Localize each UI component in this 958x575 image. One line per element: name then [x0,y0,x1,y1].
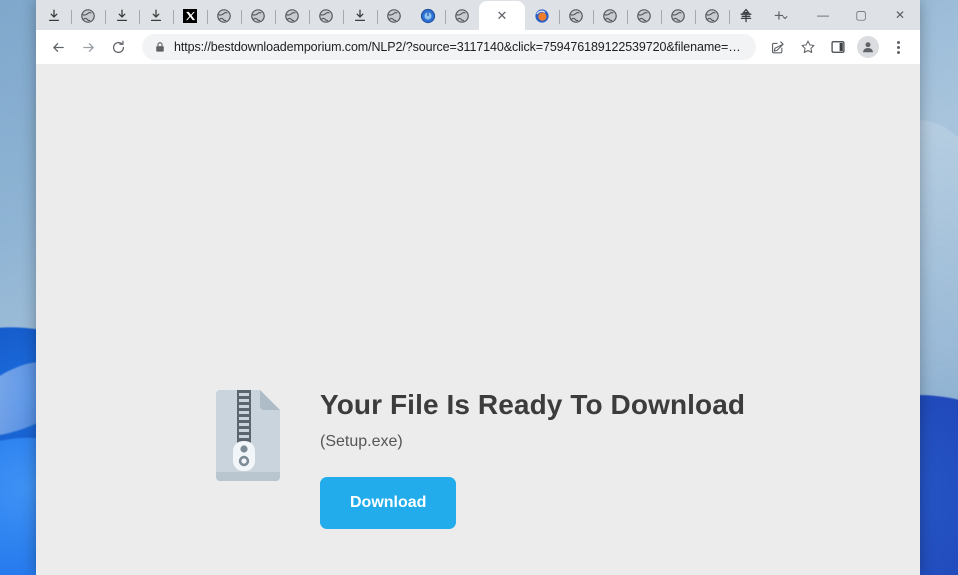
profile-avatar[interactable] [854,33,882,61]
download-icon [148,8,164,24]
globe-icon [454,8,470,24]
globe-icon [568,8,584,24]
forward-button[interactable] [74,33,102,61]
browser-toolbar: https://bestdownloademporium.com/NLP2/?s… [36,30,920,64]
filename-label: (Setup.exe) [320,432,403,450]
browser-tab[interactable] [71,2,105,30]
browser-tab[interactable] [445,2,479,30]
download-icon [352,8,368,24]
tab-close-icon[interactable]: ✕ [497,9,508,22]
browser-tab[interactable] [309,2,343,30]
chrome-menu-icon[interactable] [884,33,912,61]
browser-tab[interactable] [627,2,661,30]
side-panel-icon[interactable] [824,33,852,61]
share-icon[interactable] [764,33,792,61]
browser-window: ✕ + ⌄ — ▢ ✕ https://bestdownloademporium… [36,0,920,575]
maximize-button[interactable]: ▢ [842,0,880,30]
tab-search-button[interactable]: ⌄ [766,0,804,30]
browser-tab[interactable] [377,2,411,30]
browser-tab[interactable] [139,2,173,30]
browser-tab[interactable] [559,2,593,30]
globe-icon [704,8,720,24]
globe-icon [250,8,266,24]
browser-tab[interactable] [207,2,241,30]
back-button[interactable] [44,33,72,61]
browser-tab[interactable] [695,2,729,30]
globe-icon [636,8,652,24]
browser-tab[interactable] [275,2,309,30]
globe-icon [318,8,334,24]
tab-strip: ✕ + ⌄ — ▢ ✕ [36,0,920,30]
globe-icon [216,8,232,24]
reload-button[interactable] [104,33,132,61]
dark-glyph-icon [738,8,754,24]
blue-circle-icon [420,8,436,24]
globe-icon [670,8,686,24]
globe-icon [386,8,402,24]
minimize-button[interactable]: — [804,0,842,30]
window-controls: ⌄ — ▢ ✕ [766,0,920,30]
download-icon [114,8,130,24]
browser-tab[interactable] [661,2,695,30]
page-viewport: Your File Is Ready To Download (Setup.ex… [36,64,920,575]
lock-icon [156,42,164,52]
globe-icon [602,8,618,24]
browser-tab[interactable] [593,2,627,30]
browser-tab[interactable] [173,2,207,30]
url-text: https://bestdownloademporium.com/NLP2/?s… [174,40,744,54]
bookmark-star-icon[interactable] [794,33,822,61]
download-text-block: Your File Is Ready To Download (Setup.ex… [320,382,745,529]
active-browser-tab[interactable]: ✕ [479,1,525,30]
page-title: Your File Is Ready To Download [320,389,746,420]
zip-file-icon [212,388,284,488]
address-bar[interactable]: https://bestdownloademporium.com/NLP2/?s… [142,34,756,60]
close-button[interactable]: ✕ [880,0,920,30]
browser-tab[interactable] [241,2,275,30]
globe-icon [284,8,300,24]
orange-circle-icon [534,8,550,24]
x-logo-icon [182,8,198,24]
browser-tab[interactable] [105,2,139,30]
globe-icon [80,8,96,24]
download-button[interactable]: Download [320,476,457,529]
browser-tab[interactable] [411,2,445,30]
browser-tab[interactable] [729,2,763,30]
download-panel: Your File Is Ready To Download (Setup.ex… [36,382,920,529]
browser-tab[interactable] [343,2,377,30]
download-icon [46,8,62,24]
browser-tab[interactable] [37,2,71,30]
browser-tab[interactable] [525,2,559,30]
